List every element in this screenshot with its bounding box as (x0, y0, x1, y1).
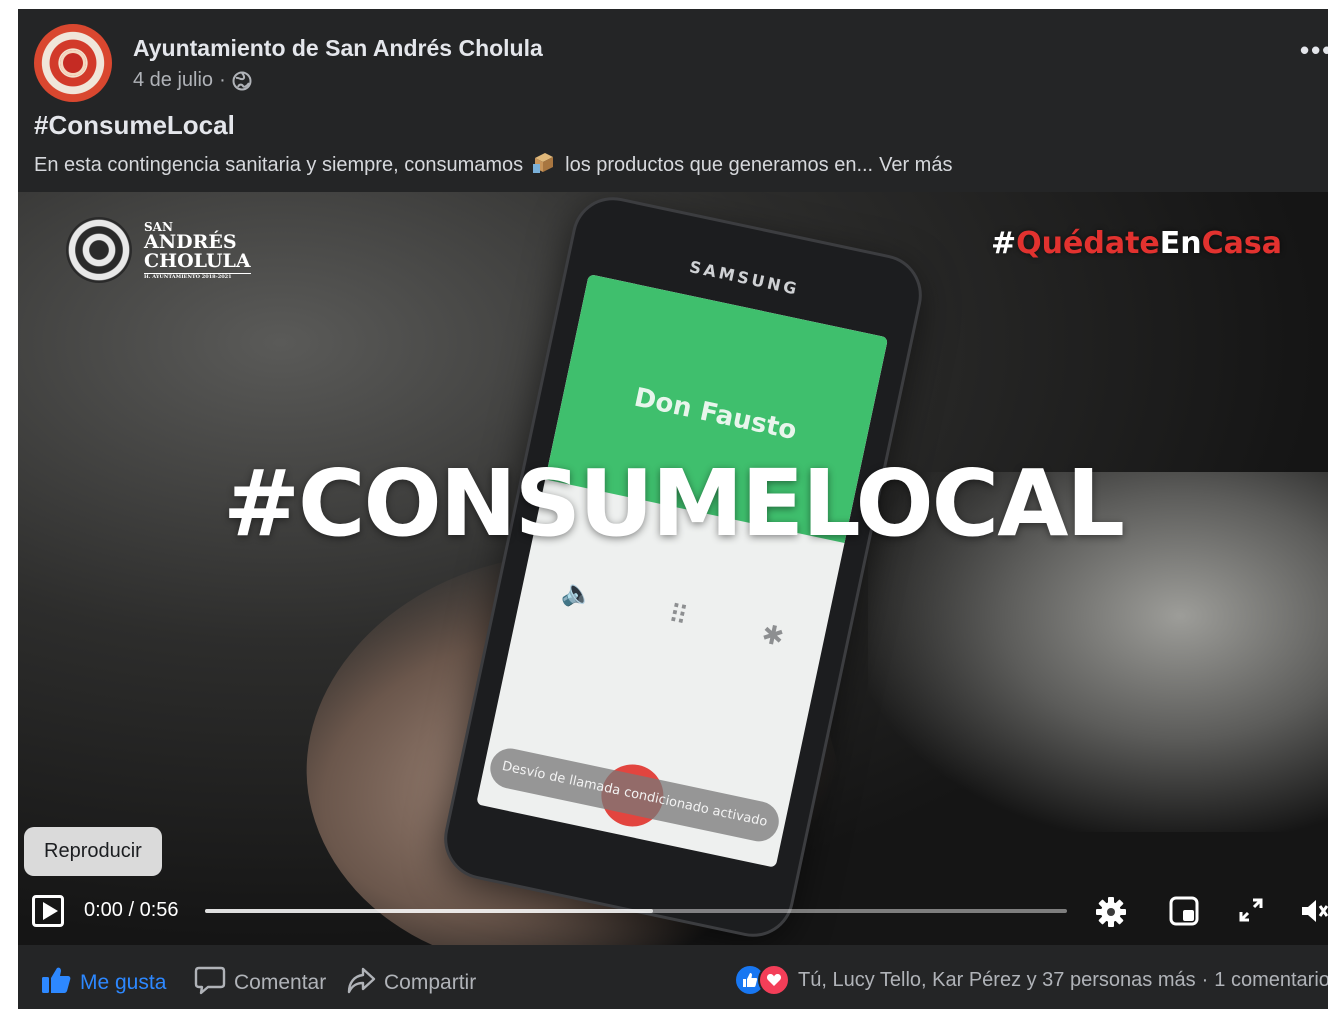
progress-bar[interactable] (205, 909, 1067, 913)
meta-separator: · (219, 69, 226, 91)
time-display: 0:00 / 0:56 (84, 899, 179, 921)
post-text-start: En esta contingencia sanitaria y siempre… (34, 153, 524, 176)
comment-count[interactable]: 1 comentario (1214, 969, 1328, 992)
quedate-hash: # (991, 226, 1017, 261)
avatar-seal (60, 50, 86, 76)
san-andres-logo: SAN ANDRÉS CHOLULA H. AYUNTAMIENTO 2018-… (66, 217, 251, 283)
post-text-end: los productos que generamos en... (565, 153, 874, 176)
love-reaction-icon (758, 964, 790, 996)
settings-icon[interactable] (1094, 895, 1128, 934)
page-name[interactable]: Ayuntamiento de San Andrés Cholula (133, 35, 543, 62)
comment-icon (194, 965, 226, 1001)
post-text: En esta contingencia sanitaria y siempre… (34, 150, 952, 180)
quedate-part2: En (1159, 226, 1202, 261)
like-label: Me gusta (80, 971, 167, 994)
reactions-summary[interactable]: Tú, Lucy Tello, Kar Pérez y 37 personas … (734, 964, 1328, 996)
play-tooltip: Reproducir (24, 827, 162, 876)
volume-muted-icon[interactable] (1298, 895, 1328, 932)
quedate-part3: Casa (1201, 226, 1282, 261)
video-player[interactable]: SAMSUNG Don Fausto 🔈 ⠿ ✱ Desvío de llama… (18, 192, 1328, 945)
like-button[interactable]: Me gusta (40, 965, 166, 1001)
facebook-post: Ayuntamiento de San Andrés Cholula 4 de … (18, 9, 1328, 1009)
play-icon[interactable] (32, 895, 64, 927)
miniplayer-icon[interactable] (1168, 895, 1200, 932)
quedate-part1: Quédate (1016, 226, 1160, 261)
speaker-icon: 🔈 (559, 575, 598, 612)
thumbs-up-icon (40, 965, 72, 1001)
comment-button[interactable]: Comentar (194, 965, 326, 1001)
municipal-seal-icon (66, 217, 132, 283)
post-date[interactable]: 4 de julio (133, 69, 213, 92)
call-options: 🔈 ⠿ ✱ (559, 575, 787, 653)
post-meta: 4 de julio · (133, 69, 252, 92)
bluetooth-icon: ✱ (759, 618, 787, 653)
page-avatar[interactable] (34, 24, 112, 102)
phone-image: SAMSUNG Don Fausto 🔈 ⠿ ✱ Desvío de llama… (440, 193, 926, 941)
share-label: Compartir (384, 971, 477, 994)
globe-icon (232, 71, 252, 91)
quedate-en-casa-tag: #QuédateEnCasa (991, 226, 1282, 261)
logo-line-3: CHOLULA (144, 249, 251, 272)
more-options-icon[interactable]: ••• (1300, 35, 1328, 66)
see-more-link[interactable]: Ver más (879, 154, 952, 177)
comment-label: Comentar (234, 971, 327, 994)
share-button[interactable]: Compartir (346, 965, 476, 1001)
share-icon (346, 965, 376, 1001)
reaction-names: Tú, Lucy Tello, Kar Pérez y 37 personas … (798, 968, 1196, 991)
logo-line-4: H. AYUNTAMIENTO 2018-2021 (144, 272, 251, 280)
logo-text: SAN ANDRÉS CHOLULA H. AYUNTAMIENTO 2018-… (144, 221, 251, 280)
video-overlay-text: #CONSUMELOCAL (222, 450, 1125, 557)
package-emoji-icon (531, 150, 557, 180)
reactions-separator: · (1201, 968, 1209, 991)
video-controls: 0:00 / 0:56 (18, 889, 1328, 935)
logo-line-2: ANDRÉS (144, 230, 237, 253)
keypad-icon: ⠿ (665, 598, 691, 632)
post-footer: Me gusta Comentar Compartir Tú, Lucy Tel… (18, 945, 1328, 1009)
phone-toast: Desvío de llamada condicionado activado (486, 744, 783, 846)
post-hashtag[interactable]: #ConsumeLocal (34, 110, 235, 141)
fullscreen-icon[interactable] (1236, 895, 1266, 930)
buffered-progress (205, 909, 654, 913)
